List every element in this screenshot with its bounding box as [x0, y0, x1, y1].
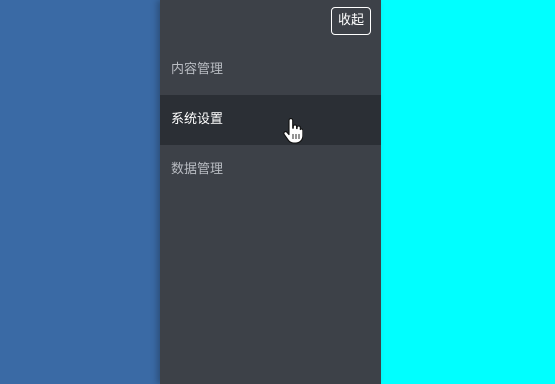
right-panel	[381, 0, 555, 384]
collapse-button[interactable]: 收起	[331, 7, 371, 35]
sidebar-item-data-management[interactable]: 数据管理	[160, 145, 381, 195]
sidebar-menu-list: 内容管理 系统设置 数据管理	[160, 45, 381, 195]
app-stage: 收起 内容管理 系统设置 数据管理	[0, 0, 555, 384]
sidebar-item-content-management[interactable]: 内容管理	[160, 45, 381, 95]
sidebar-item-system-settings[interactable]: 系统设置	[160, 95, 381, 145]
left-panel	[0, 0, 160, 384]
sidebar-menu: 收起 内容管理 系统设置 数据管理	[160, 0, 381, 384]
